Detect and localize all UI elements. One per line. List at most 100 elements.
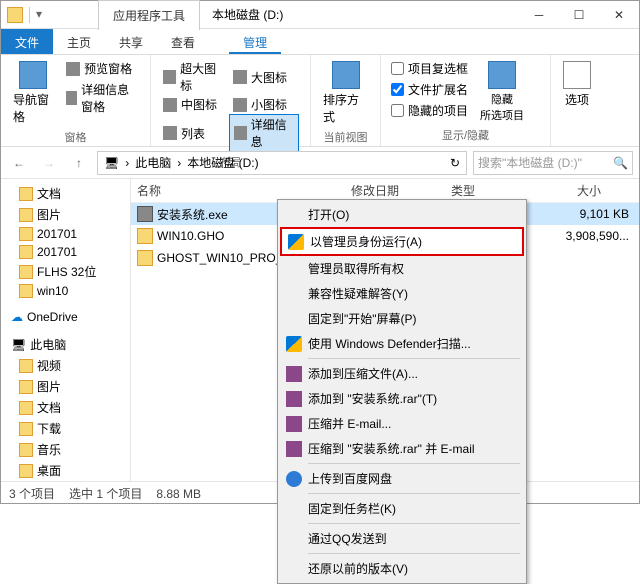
view-m-icons[interactable]: 中图标 [159, 95, 229, 114]
options-icon [563, 61, 591, 89]
tree-node[interactable]: 下载 [1, 418, 130, 439]
maximize-button[interactable]: ☐ [559, 1, 599, 29]
close-button[interactable]: ✕ [599, 1, 639, 29]
chevron-right-icon[interactable]: › [175, 156, 183, 170]
col-date[interactable]: 修改日期 [351, 182, 451, 199]
breadcrumb[interactable]: 🖥 › 此电脑 › 本地磁盘 (D:) ↻ [97, 151, 467, 175]
folder-icon [7, 7, 23, 23]
details-view-icon [234, 126, 247, 140]
menu-item-label: 压缩并 E-mail... [308, 415, 391, 432]
search-icon[interactable]: 🔍 [613, 156, 628, 170]
search-input[interactable]: 搜索"本地磁盘 (D:)" 🔍 [473, 151, 633, 175]
pc-icon: 🖥 [102, 156, 121, 170]
context-menu-item[interactable]: 还原以前的版本(V) [280, 556, 524, 581]
context-menu-item[interactable]: 压缩到 "安装系统.rar" 并 E-mail [280, 436, 524, 461]
nav-pane-label: 导航窗格 [13, 91, 52, 125]
context-menu-item[interactable]: 固定到"开始"屏幕(P) [280, 306, 524, 331]
context-menu-item[interactable]: 添加到压缩文件(A)... [280, 361, 524, 386]
ribbon-group-showhide: 项目复选框 文件扩展名 隐藏的项目 隐藏 所选项目 显示/隐藏 [381, 55, 551, 146]
dropdown-icon[interactable]: ▾ [36, 7, 52, 23]
shield-icon [286, 336, 302, 352]
nav-tree[interactable]: 文档图片201701201701FLHS 32位win10☁OneDrive🖥此… [1, 179, 131, 481]
crumb-drive[interactable]: 本地磁盘 (D:) [185, 154, 260, 171]
window-title: 本地磁盘 (D:) [202, 0, 293, 29]
menu-item-label: 兼容性疑难解答(Y) [308, 285, 408, 302]
menu-home[interactable]: 主页 [53, 29, 105, 54]
tree-node[interactable]: 文档 [1, 183, 130, 204]
preview-pane-button[interactable]: 预览窗格 [62, 59, 142, 78]
menu-file[interactable]: 文件 [1, 29, 53, 54]
tree-node[interactable]: FLHS 32位 [1, 261, 130, 282]
refresh-button[interactable]: ↻ [448, 156, 462, 170]
view-details[interactable]: 详细信息 [229, 114, 299, 152]
menu-share[interactable]: 共享 [105, 29, 157, 54]
menu-bar: 文件 主页 共享 查看 管理 [1, 29, 639, 55]
chk-file-ext[interactable]: 文件扩展名 [389, 80, 470, 99]
xl-icon [163, 70, 176, 84]
file-icon [137, 228, 153, 244]
context-menu-item[interactable]: 兼容性疑难解答(Y) [280, 281, 524, 306]
context-menu-item[interactable]: 通过QQ发送到 [280, 526, 524, 551]
context-menu-item[interactable]: 上传到百度网盘 [280, 466, 524, 491]
tree-node[interactable]: 视频 [1, 355, 130, 376]
forward-button[interactable]: → [37, 151, 61, 175]
menu-manage[interactable]: 管理 [229, 29, 281, 54]
context-menu-item[interactable]: 压缩并 E-mail... [280, 411, 524, 436]
context-menu-item[interactable]: 打开(O) [280, 202, 524, 227]
baidu-icon [286, 471, 302, 487]
menu-separator [308, 463, 520, 464]
status-item-count: 3 个项目 [9, 485, 55, 502]
context-menu-item[interactable]: 管理员取得所有权 [280, 256, 524, 281]
view-xl-icons[interactable]: 超大图标 [159, 59, 229, 95]
tree-node[interactable]: 文档 [1, 397, 130, 418]
tree-node[interactable]: 图片 [1, 376, 130, 397]
context-menu-item[interactable]: 使用 Windows Defender扫描... [280, 331, 524, 356]
file-name: 安装系统.exe [157, 206, 228, 223]
window-controls: ─ ☐ ✕ [519, 1, 639, 29]
view-list[interactable]: 列表 [159, 114, 229, 152]
view-s-icons[interactable]: 小图标 [229, 95, 299, 114]
tools-tab[interactable]: 应用程序工具 [98, 0, 200, 30]
up-button[interactable]: ↑ [67, 151, 91, 175]
tree-onedrive[interactable]: ☁OneDrive [1, 308, 130, 326]
tree-this-pc[interactable]: 🖥此电脑 [1, 334, 130, 355]
menu-item-label: 以管理员身份运行(A) [310, 233, 422, 250]
rar-icon [286, 416, 302, 432]
context-menu-item[interactable]: 添加到 "安装系统.rar"(T) [280, 386, 524, 411]
back-button[interactable]: ← [7, 151, 31, 175]
view-l-icons[interactable]: 大图标 [229, 59, 299, 95]
details-icon [66, 91, 77, 105]
chk-hidden-items[interactable]: 隐藏的项目 [389, 101, 470, 120]
menu-view[interactable]: 查看 [157, 29, 209, 54]
tree-node[interactable]: win10 [1, 282, 130, 300]
rar-icon [286, 441, 302, 457]
tree-node[interactable]: 音乐 [1, 439, 130, 460]
group-label: 当前视图 [319, 127, 372, 145]
details-pane-button[interactable]: 详细信息窗格 [62, 80, 142, 116]
sort-button[interactable]: 排序方式 [319, 59, 372, 127]
menu-separator [308, 523, 520, 524]
tree-node[interactable]: 201701 [1, 243, 130, 261]
col-type[interactable]: 类型 [451, 182, 531, 199]
folder-icon [19, 443, 33, 457]
nav-pane-button[interactable]: 导航窗格 [9, 59, 56, 127]
col-size[interactable]: 大小 [531, 182, 611, 199]
menu-item-label: 上传到百度网盘 [308, 470, 392, 487]
nav-pane-icon [19, 61, 47, 89]
menu-item-label: 管理员取得所有权 [308, 260, 404, 277]
tree-node[interactable]: 201701 [1, 225, 130, 243]
tree-node[interactable]: 桌面 [1, 460, 130, 481]
rar-icon [286, 366, 302, 382]
hide-selected-button[interactable]: 隐藏 所选项目 [476, 59, 528, 125]
tree-node[interactable]: 图片 [1, 204, 130, 225]
col-name[interactable]: 名称 [131, 182, 351, 199]
minimize-button[interactable]: ─ [519, 1, 559, 29]
group-label: 显示/隐藏 [389, 125, 542, 143]
context-menu-item[interactable]: 以管理员身份运行(A) [280, 227, 524, 256]
crumb-this-pc[interactable]: 此电脑 [133, 154, 173, 171]
chevron-right-icon[interactable]: › [123, 156, 131, 170]
menu-item-label: 压缩到 "安装系统.rar" 并 E-mail [308, 440, 475, 457]
context-menu-item[interactable]: 固定到任务栏(K) [280, 496, 524, 521]
chk-item-checkboxes[interactable]: 项目复选框 [389, 59, 470, 78]
options-button[interactable]: 选项 [559, 59, 595, 142]
